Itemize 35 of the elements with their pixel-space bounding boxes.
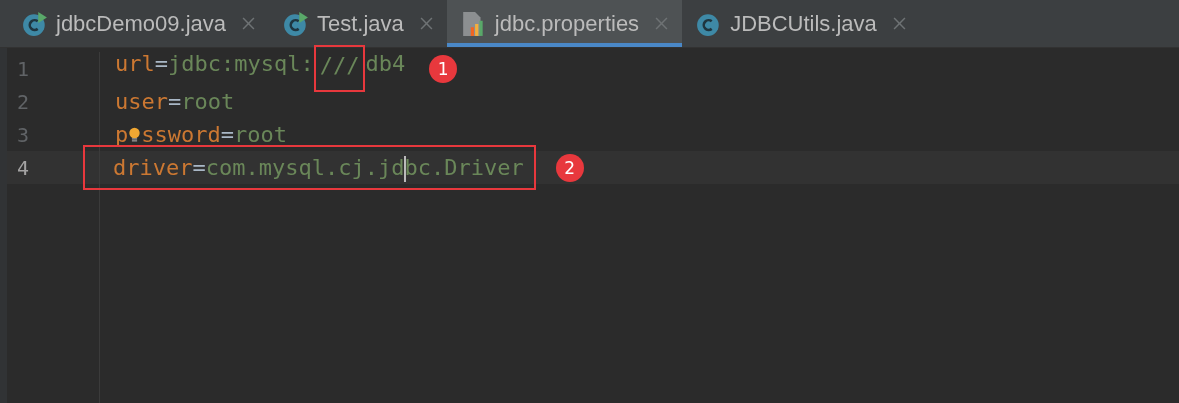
equals-sign: = <box>220 121 234 149</box>
property-value: com.mysql.cj.jd <box>205 154 405 182</box>
property-value: root <box>181 88 235 116</box>
close-icon[interactable] <box>242 17 255 30</box>
editor-tab[interactable]: jdbc.properties <box>446 0 683 47</box>
tab-label: jdbcDemo09.java <box>56 10 226 37</box>
text-caret <box>404 156 407 182</box>
equals-sign: = <box>192 154 206 182</box>
line-number: 1 <box>16 56 31 81</box>
property-key: driver <box>113 151 193 184</box>
line-number: 3 <box>16 122 31 147</box>
equals-sign: = <box>168 88 182 116</box>
property-value: bc.Driver <box>404 154 524 184</box>
editor-tab[interactable]: jdbcDemo09.java <box>8 0 269 47</box>
runnable-class-icon <box>22 10 48 37</box>
property-value: /// <box>315 47 364 90</box>
tab-label: Test.java <box>317 10 404 37</box>
close-icon[interactable] <box>419 17 433 30</box>
property-key: ssword <box>141 118 221 151</box>
line-number: 4 <box>16 155 31 180</box>
annotation-badge: 2 <box>555 153 584 182</box>
close-icon[interactable] <box>892 17 906 30</box>
runnable-class-icon <box>283 10 309 37</box>
tab-label: JDBCUtils.java <box>730 10 877 37</box>
editor-tab[interactable]: Test.java <box>269 0 447 47</box>
property-value: db4 <box>365 50 406 78</box>
tab-label: jdbc.properties <box>494 10 640 37</box>
property-value: root <box>234 121 287 149</box>
line-number: 2 <box>16 89 31 114</box>
editor-tab[interactable]: JDBCUtils.java <box>682 0 920 47</box>
property-key: p <box>115 118 129 151</box>
close-icon[interactable] <box>655 17 669 30</box>
property-value: jdbc:mysql: <box>168 50 314 78</box>
equals-sign: = <box>154 50 168 78</box>
annotation-badge: 1 <box>429 54 458 83</box>
